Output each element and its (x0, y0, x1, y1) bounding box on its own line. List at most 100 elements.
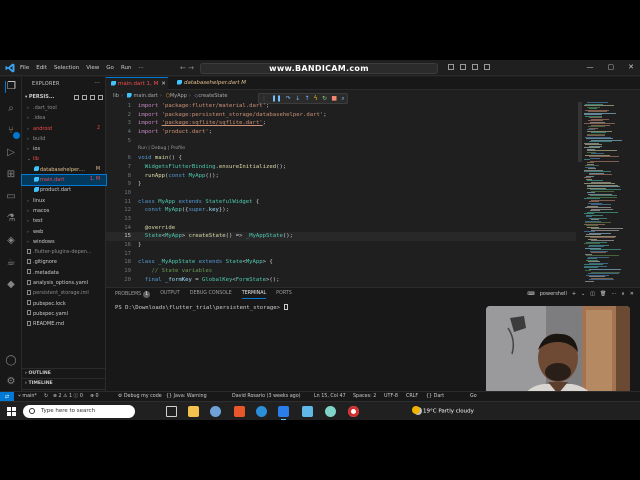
breadcrumb-class[interactable]: MyApp (170, 93, 187, 99)
split-terminal-icon[interactable]: ◫ (590, 291, 595, 297)
explorer-files-icon[interactable]: ❐ (5, 81, 17, 93)
more-actions-icon[interactable]: ··· (94, 80, 100, 87)
refresh-icon[interactable] (90, 95, 95, 100)
task-view-icon[interactable] (166, 406, 177, 417)
search-icon[interactable]: ⌕ (5, 103, 17, 115)
tab-databasehelper-dart[interactable]: databasehelper.dart M (172, 77, 252, 90)
terminal-output[interactable]: PS D:\Downloads\flutter_trial\persistent… (115, 304, 288, 311)
brave-browser-icon[interactable] (234, 406, 245, 417)
flutter-app-icon[interactable] (302, 406, 313, 417)
menu-go[interactable]: Go (106, 65, 114, 71)
menu-more[interactable]: ··· (138, 65, 143, 71)
tree-item[interactable]: › .idea (22, 113, 106, 123)
tab-debug-console[interactable]: DEBUG CONSOLE (190, 291, 232, 299)
shell-name[interactable]: powershell (540, 291, 567, 297)
close-icon[interactable]: ✕ (628, 63, 634, 71)
tree-item[interactable]: persistent_storage.iml (22, 288, 106, 298)
edge-browser-icon[interactable] (256, 406, 267, 417)
close-tab-icon[interactable]: ✕ (161, 81, 166, 87)
customize-layout-icon[interactable] (484, 64, 490, 70)
testing-flask-icon[interactable]: ⚗ (5, 213, 17, 225)
step-into-icon[interactable]: ↓ (295, 95, 300, 102)
tab-ports[interactable]: PORTS (276, 291, 292, 299)
weather-widget[interactable]: 19°C Partly cloudy (412, 406, 474, 418)
tree-item[interactable]: README.md (22, 319, 106, 329)
explorer-section[interactable]: › TIMELINE (22, 378, 106, 388)
file-explorer-icon[interactable] (188, 406, 199, 417)
minimize-icon[interactable]: — (587, 63, 594, 71)
maximize-icon[interactable]: ▢ (608, 63, 615, 71)
tree-item[interactable]: product.dart (22, 185, 106, 195)
vscode-taskbar-icon[interactable] (278, 406, 289, 420)
extensions-icon[interactable]: ⊞ (5, 169, 17, 181)
account-icon[interactable]: ◯ (5, 355, 17, 367)
new-terminal-icon[interactable]: + (572, 291, 576, 297)
code-editor[interactable]: 1 import 'package:flutter/material.dart';… (106, 102, 576, 287)
windows-start-icon[interactable] (7, 407, 16, 416)
menu-selection[interactable]: Selection (54, 65, 79, 71)
step-out-icon[interactable]: ↑ (304, 95, 309, 102)
app-icon[interactable] (325, 406, 336, 417)
tab-terminal[interactable]: TERMINAL (241, 291, 267, 299)
project-root[interactable]: ▾ PERSIS... (22, 93, 106, 102)
remote-explorer-icon[interactable]: ▭ (5, 191, 17, 203)
tree-item[interactable]: .gitignore (22, 257, 106, 267)
dropdown-chevron-icon[interactable]: ⌄ (581, 291, 585, 297)
breadcrumb-method[interactable]: createState (198, 93, 227, 99)
toggle-panel-icon[interactable] (460, 64, 466, 70)
taskbar-search-input[interactable]: Type here to search (23, 405, 135, 418)
restart-icon[interactable]: ↻ (322, 95, 327, 102)
explorer-section[interactable]: › OUTLINE (22, 368, 106, 378)
tree-item[interactable]: pubspec.lock (22, 299, 106, 309)
menu-view[interactable]: View (86, 65, 99, 71)
collapse-all-icon[interactable] (98, 95, 103, 100)
toggle-secondary-icon[interactable] (472, 64, 478, 70)
run-debug-icon[interactable]: ▷ (5, 147, 17, 159)
nav-arrows[interactable]: ← → (180, 64, 194, 72)
flutter-icon[interactable]: ◆ (5, 279, 17, 291)
tree-item[interactable]: › linux (22, 196, 106, 206)
minimap[interactable] (582, 102, 632, 287)
tree-item[interactable]: analysis_options.yaml (22, 278, 106, 288)
close-panel-icon[interactable]: ✕ (630, 291, 634, 297)
java-icon[interactable]: ☕ (5, 257, 17, 269)
tree-item[interactable]: › .dart_tool (22, 103, 106, 113)
tree-item[interactable]: ⌄ lib (22, 154, 106, 164)
tree-item[interactable]: › ios (22, 144, 106, 154)
app-icon[interactable] (210, 406, 221, 417)
step-over-icon[interactable]: ↷ (286, 95, 291, 102)
tree-item[interactable]: › test (22, 216, 106, 226)
tree-item[interactable]: databasehelper.... M (22, 165, 106, 175)
layout-controls[interactable] (448, 64, 490, 70)
new-folder-icon[interactable] (82, 95, 87, 100)
breadcrumb-file[interactable]: main.dart (134, 93, 158, 99)
tree-item[interactable]: .metadata (22, 268, 106, 278)
hot-reload-icon[interactable]: ϟ (314, 95, 318, 102)
tab-output[interactable]: OUTPUT (160, 291, 180, 299)
menu-run[interactable]: Run (121, 65, 132, 71)
stop-icon[interactable]: ■ (331, 95, 337, 102)
tree-item[interactable]: pubspec.yaml (22, 309, 106, 319)
tree-item[interactable]: › macos (22, 206, 106, 216)
docker-icon[interactable]: ◈ (5, 235, 17, 247)
pause-icon[interactable]: ❚❚ (271, 95, 281, 102)
tree-item[interactable]: › android 2 (22, 124, 106, 134)
toggle-sidebar-icon[interactable] (448, 64, 454, 70)
tree-item[interactable]: › web (22, 227, 106, 237)
menu-file[interactable]: File (20, 65, 29, 71)
bandicam-record-icon[interactable] (348, 406, 359, 417)
maximize-panel-icon[interactable]: ∧ (621, 291, 625, 297)
trash-icon[interactable]: 🗑 (600, 291, 606, 297)
settings-gear-icon[interactable]: ⚙ (5, 376, 17, 388)
menu-edit[interactable]: Edit (36, 65, 47, 71)
new-file-icon[interactable] (74, 95, 79, 100)
tree-item[interactable]: main.dart 1, M (21, 174, 107, 187)
tab-main-dart[interactable]: main.dart 1, M ✕ (106, 77, 168, 90)
run-debug-codelens[interactable]: Run | Debug | Profile (138, 145, 185, 154)
more-actions-icon[interactable]: ··· (611, 291, 616, 297)
drag-handle-icon[interactable]: ⋮ (261, 95, 267, 102)
tab-problems[interactable]: PROBLEMS 1 (115, 291, 151, 299)
breadcrumb-lib[interactable]: lib (113, 93, 119, 99)
tree-item[interactable]: › windows (22, 237, 106, 247)
tree-item[interactable]: .flutter-plugins-depen... (22, 247, 106, 257)
